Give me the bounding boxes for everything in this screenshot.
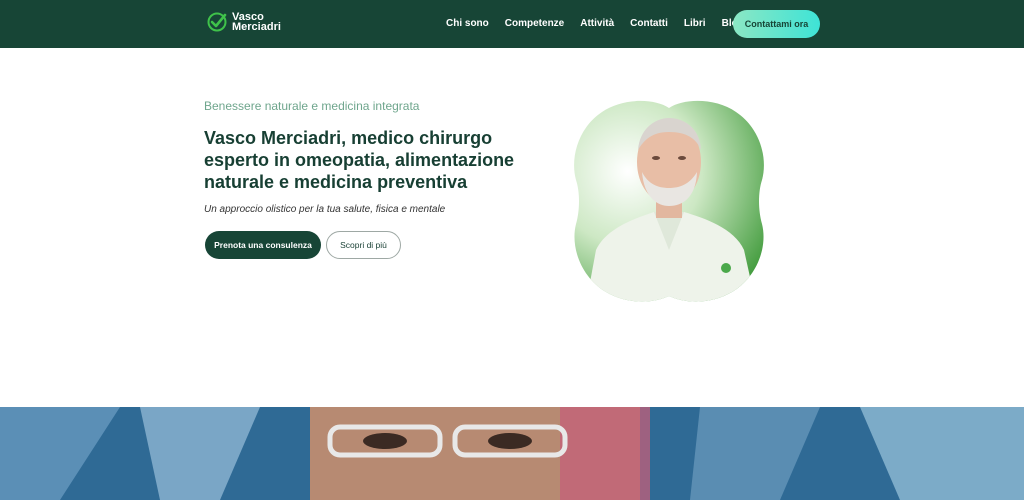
hero-title: Vasco Merciadri, medico chirurgo esperto… <box>204 127 544 193</box>
doctor-portrait-image <box>574 100 764 302</box>
nav-contatti[interactable]: Contatti <box>630 18 668 29</box>
hero-subtitle: Un approccio olistico per la tua salute,… <box>204 204 446 215</box>
hero-title-name: Vasco Merciadri <box>204 128 342 148</box>
nav-chi-sono[interactable]: Chi sono <box>446 18 489 29</box>
video-preview-image <box>0 407 1024 500</box>
main-nav: Chi sono Competenze Attività Contatti Li… <box>446 18 754 29</box>
contact-now-button[interactable]: Contattami ora <box>733 10 820 38</box>
logo-text: Vasco Merciadri <box>232 12 281 33</box>
site-logo[interactable]: Vasco Merciadri <box>206 11 281 33</box>
learn-more-button[interactable]: Scopri di più <box>326 231 401 259</box>
nav-attivita[interactable]: Attività <box>580 18 614 29</box>
book-consultation-button[interactable]: Prenota una consulenza <box>205 231 321 259</box>
nav-libri[interactable]: Libri <box>684 18 706 29</box>
logo-line-2: Merciadri <box>232 21 281 33</box>
site-header: Vasco Merciadri Chi sono Competenze Atti… <box>0 0 1024 48</box>
logo-leaf-check-icon <box>207 12 227 32</box>
nav-competenze[interactable]: Competenze <box>505 18 564 29</box>
hero-eyebrow: Benessere naturale e medicina integrata <box>204 99 420 113</box>
